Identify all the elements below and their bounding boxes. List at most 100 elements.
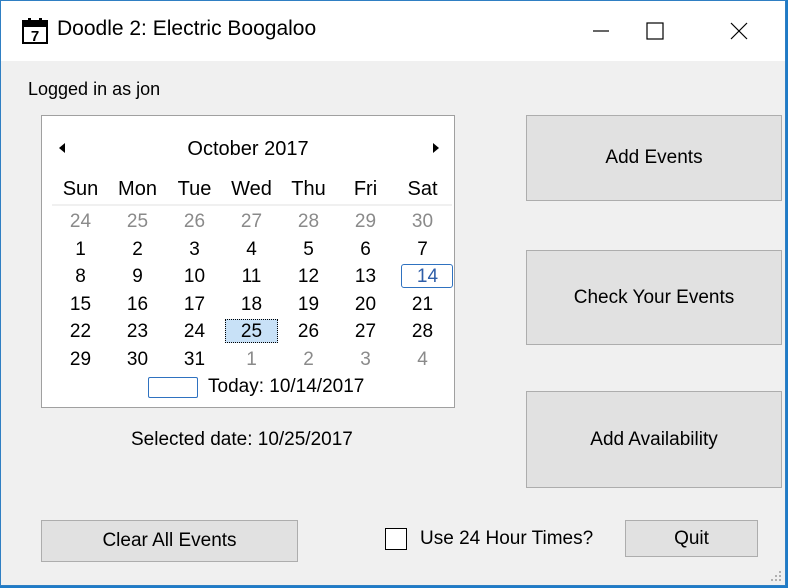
day-number: 25 (126, 211, 149, 232)
weekday-label: Tue (177, 178, 212, 200)
check-events-button[interactable]: Check Your Events (526, 250, 782, 345)
calendar-day[interactable]: 7 (394, 236, 451, 264)
calendar-day[interactable]: 30 (109, 346, 166, 374)
calendar-header: October 2017 (42, 136, 454, 166)
close-icon (730, 22, 748, 40)
add-events-button[interactable]: Add Events (526, 115, 782, 201)
calendar-day[interactable]: 5 (280, 236, 337, 264)
calendar-grid: 24 25 26 27 28 29 30 1 2 3 4 5 6 7 8 9 1… (52, 208, 453, 374)
24-hour-checkbox-label[interactable]: Use 24 Hour Times? (420, 528, 593, 550)
calendar-day[interactable]: 20 (337, 291, 394, 319)
calendar-day[interactable]: 19 (280, 291, 337, 319)
weekday-label: Sat (407, 178, 438, 200)
calendar-day[interactable]: 28 (280, 208, 337, 236)
title-bar[interactable]: 7 Doodle 2: Electric Boogaloo (1, 1, 785, 61)
month-calendar[interactable]: October 2017 Sun Mon Tue Wed Thu Fri Sat… (41, 115, 455, 408)
calendar-day[interactable]: 10 (166, 263, 223, 291)
calendar-day-selected[interactable]: 25 (223, 318, 280, 346)
day-number: 4 (246, 238, 257, 260)
calendar-week: 24 25 26 27 28 29 30 (52, 208, 452, 236)
calendar-day[interactable]: 29 (52, 346, 109, 374)
day-number: 25 (240, 321, 263, 342)
calendar-day[interactable]: 26 (166, 208, 223, 236)
calendar-day[interactable]: 24 (52, 208, 109, 236)
add-availability-button[interactable]: Add Availability (526, 391, 782, 488)
day-number: 16 (126, 293, 149, 315)
weekday-label: Fri (353, 178, 378, 200)
calendar-day[interactable]: 8 (52, 263, 109, 291)
day-number: 2 (132, 238, 143, 260)
day-number: 2 (303, 348, 314, 370)
calendar-week: 15 16 17 18 19 20 21 (52, 291, 452, 319)
next-month-icon[interactable] (428, 140, 444, 156)
calendar-day[interactable]: 24 (166, 318, 223, 346)
weekday-label: Sun (62, 178, 99, 200)
calendar-day[interactable]: 6 (337, 236, 394, 264)
calendar-day[interactable]: 4 (223, 236, 280, 264)
day-number: 4 (417, 348, 428, 370)
calendar-day[interactable]: 23 (109, 318, 166, 346)
maximize-button[interactable] (613, 1, 697, 61)
calendar-day[interactable]: 2 (109, 236, 166, 264)
calendar-day[interactable]: 27 (223, 208, 280, 236)
calendar-day[interactable]: 12 (280, 263, 337, 291)
calendar-week: 1 2 3 4 5 6 7 (52, 236, 452, 264)
day-number: 30 (411, 211, 434, 232)
day-number: 18 (240, 293, 263, 315)
calendar-day[interactable]: 13 (337, 263, 394, 291)
calendar-day[interactable]: 9 (109, 263, 166, 291)
today-link[interactable]: Today: 10/14/2017 (148, 374, 364, 400)
close-button[interactable] (697, 1, 781, 61)
day-number: 23 (126, 321, 149, 342)
24-hour-checkbox[interactable] (385, 528, 407, 550)
24-hour-checkbox-row[interactable]: Use 24 Hour Times? (385, 528, 593, 550)
day-number: 8 (75, 266, 86, 287)
today-marker (148, 376, 198, 398)
today-label: Today: 10/14/2017 (208, 376, 365, 397)
window-title: Doodle 2: Electric Boogaloo (57, 17, 317, 40)
clear-all-events-button[interactable]: Clear All Events (41, 520, 298, 562)
day-number: 31 (183, 348, 206, 370)
calendar-day[interactable]: 26 (280, 318, 337, 346)
day-number: 7 (417, 238, 428, 260)
calendar-month-title[interactable]: October 2017 (42, 138, 454, 161)
maximize-icon (646, 22, 664, 40)
calendar-day[interactable]: 27 (337, 318, 394, 346)
calendar-day[interactable]: 18 (223, 291, 280, 319)
minimize-icon (593, 30, 609, 32)
calendar-day[interactable]: 4 (394, 346, 451, 374)
calendar-icon-number: 7 (31, 28, 39, 45)
calendar-day[interactable]: 2 (280, 346, 337, 374)
calendar-day[interactable]: 25 (109, 208, 166, 236)
calendar-day[interactable]: 28 (394, 318, 451, 346)
day-number: 13 (354, 266, 377, 287)
calendar-day[interactable]: 30 (394, 208, 451, 236)
calendar-week: 29 30 31 1 2 3 4 (52, 346, 452, 374)
calendar-day[interactable]: 3 (166, 236, 223, 264)
calendar-day[interactable]: 17 (166, 291, 223, 319)
calendar-day[interactable]: 15 (52, 291, 109, 319)
day-number: 1 (246, 348, 257, 370)
calendar-day[interactable]: 29 (337, 208, 394, 236)
calendar-day[interactable]: 1 (52, 236, 109, 264)
calendar-day[interactable]: 11 (223, 263, 280, 291)
calendar-day[interactable]: 3 (337, 346, 394, 374)
day-number: 24 (183, 321, 206, 342)
calendar-day-today[interactable]: 14 (394, 263, 453, 291)
calendar-day[interactable]: 16 (109, 291, 166, 319)
calendar-day[interactable]: 21 (394, 291, 451, 319)
quit-button[interactable]: Quit (625, 520, 758, 557)
weekday-label: Mon (118, 178, 157, 200)
day-number: 15 (69, 293, 92, 315)
resize-grip-icon[interactable] (765, 567, 783, 585)
weekday-label: Thu (291, 178, 326, 200)
day-number: 10 (183, 266, 206, 287)
app-window: 7 Doodle 2: Electric Boogaloo Logged in … (0, 0, 786, 586)
calendar-day[interactable]: 22 (52, 318, 109, 346)
calendar-day[interactable]: 1 (223, 346, 280, 374)
calendar-week: 8 9 10 11 12 13 14 (52, 263, 453, 291)
day-number: 3 (189, 238, 200, 260)
day-number: 22 (69, 321, 92, 342)
calendar-day[interactable]: 31 (166, 346, 223, 374)
day-number: 11 (241, 266, 262, 287)
